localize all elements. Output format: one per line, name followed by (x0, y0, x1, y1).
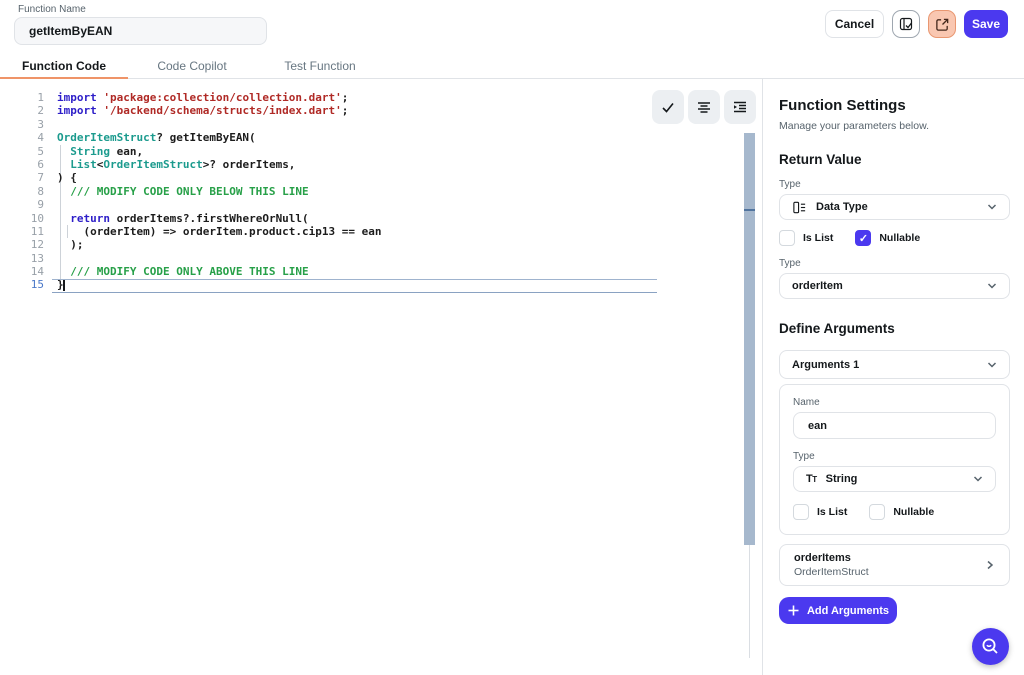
chevron-down-icon (971, 472, 985, 486)
function-settings-panel: Function Settings Manage your parameters… (762, 79, 1024, 675)
return-flags-row: Is List Nullable (779, 230, 1009, 246)
plus-icon (787, 604, 800, 617)
search-smile-icon (980, 636, 1001, 657)
chevron-down-icon (985, 200, 999, 214)
define-arguments-heading: Define Arguments (779, 321, 1009, 336)
string-type-icon: TT (806, 473, 817, 485)
code-lines[interactable]: import 'package:collection/collection.da… (57, 91, 382, 292)
return-type-label: Type (779, 179, 1009, 190)
scrollbar-cursor-marker (744, 209, 755, 211)
text-cursor (63, 280, 65, 292)
editor-scrollbar[interactable] (744, 133, 755, 545)
return-subtype-select[interactable]: orderItem (779, 273, 1010, 299)
external-link-icon (935, 17, 950, 32)
collapsed-argument-name: orderItems (794, 552, 869, 564)
format-align-icon (696, 99, 712, 115)
support-search-button[interactable] (972, 628, 1009, 665)
return-value-heading: Return Value (779, 152, 1009, 167)
check-icon (660, 99, 676, 115)
top-actions: Cancel Save (825, 10, 1008, 38)
collapsed-argument-type: OrderItemStruct (794, 566, 869, 578)
argument-nullable-checkbox[interactable] (869, 504, 885, 520)
chevron-right-icon (983, 558, 997, 572)
format-code-button[interactable] (688, 90, 720, 124)
arguments-selector[interactable]: Arguments 1 (779, 350, 1010, 379)
argument-name-label: Name (793, 397, 996, 408)
custom-function-editor: Function Name getItemByEAN Cancel Sa (0, 0, 1024, 675)
panel-title: Function Settings (779, 97, 1009, 114)
code-editor[interactable]: 123456789101112131415 import 'package:co… (0, 79, 762, 675)
argument-flags-row: Is List Nullable (793, 504, 996, 520)
doc-check-icon (898, 16, 914, 32)
tab-test-function[interactable]: Test Function (256, 55, 384, 78)
data-type-icon (792, 200, 807, 215)
tab-code-copilot[interactable]: Code Copilot (128, 55, 256, 78)
doc-check-button[interactable] (892, 10, 920, 38)
function-name-input[interactable]: getItemByEAN (14, 17, 267, 45)
tab-bar: Function Code Code Copilot Test Function (0, 55, 1024, 79)
chevron-down-icon (985, 279, 999, 293)
panel-subtitle: Manage your parameters below. (779, 120, 1009, 132)
function-name-label: Function Name (18, 4, 86, 15)
argument-card: Name ean Type TT String Is List Nullable (779, 384, 1010, 535)
indent-code-button[interactable] (724, 90, 756, 124)
return-is-list-checkbox[interactable] (779, 230, 795, 246)
argument-name-input[interactable]: ean (793, 412, 996, 439)
cancel-button[interactable]: Cancel (825, 10, 884, 38)
editor-toolbar (652, 90, 756, 124)
return-data-type-select[interactable]: Data Type (779, 194, 1010, 220)
chevron-down-icon (985, 358, 999, 372)
add-arguments-button[interactable]: Add Arguments (779, 597, 897, 624)
tab-function-code[interactable]: Function Code (0, 55, 128, 78)
validate-code-button[interactable] (652, 90, 684, 124)
gutter: 123456789101112131415 (0, 91, 44, 292)
argument-type-label: Type (793, 451, 996, 462)
argument-type-select[interactable]: TT String (793, 466, 996, 492)
collapsed-argument-card[interactable]: orderItems OrderItemStruct (779, 544, 1010, 586)
save-button[interactable]: Save (964, 10, 1008, 38)
argument-is-list-checkbox[interactable] (793, 504, 809, 520)
return-nullable-checkbox[interactable] (855, 230, 871, 246)
format-indent-icon (732, 99, 748, 115)
open-external-button[interactable] (928, 10, 956, 38)
return-subtype-label: Type (779, 258, 1009, 269)
